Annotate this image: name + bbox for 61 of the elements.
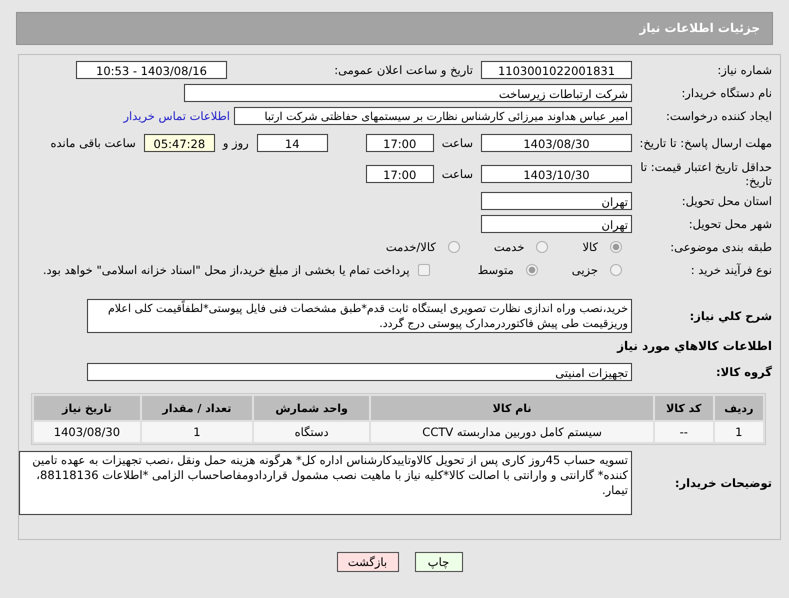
checkbox-label: پرداخت تمام یا بخشی از مبلغ خرید،از محل "اسناد خزانه اسلامی" خواهد بود. [42,263,410,277]
requester-field: امیر عباس هداوند میرزائی کارشناس نظارت بر سیستمهای حفاظتی شرکت ارتبا [234,107,632,125]
province-field: تهران [481,192,632,210]
deadline-time-field: 17:00 [366,134,434,152]
radio-button[interactable] [526,264,538,276]
field-label: حداقل تاریخ اعتبار قیمت: تا تاریخ: [639,160,773,188]
action-button[interactable]: بازگشت [336,552,398,572]
buyer-notes-textarea[interactable]: تسویه حساب 45روز کاری پس از تحویل کالاوتاییدکارشناس اداره کل* هرگونه هزینه حمل ونقل ،نصب تجهیزات به عهده تامین کننده* گارانتی و وارانتی با اصالت کالا*کلیه نیاز با ماهیت نصب مشمول قراردادومفاصاحساب الزامی *اطلاعات 88118136، تیمار. [19,451,632,515]
time-label: ساعت [442,167,473,181]
column-header: ردیف [714,396,763,420]
radio-label: متوسط [478,263,514,277]
validity-date-field: 1403/10/30 [481,165,632,183]
radio-label: کالا/خدمت [386,240,436,254]
radio-label: جزیی [572,263,598,277]
field-label: استان محل تحویل: [680,194,773,208]
table-cell: 1 [142,422,252,442]
announce-date-field: 1403/08/16 - 10:53 [76,61,227,79]
buyer-name-field: شرکت ارتباطات زیرساخت [184,84,632,102]
table-cell: -- [654,422,713,442]
column-header: تعداد / مقدار [142,396,252,420]
table-cell: سیستم کامل دوربین مداربسته CCTV [371,422,653,442]
time-label: ساعت [442,136,473,150]
need-number-field: 1103001022001831 [481,61,632,79]
checkbox[interactable] [418,264,430,276]
field-label: گروه کالا: [715,365,773,379]
page-title-bar: جزئیات اطلاعات نیاز [16,12,773,45]
table-cell: 1 [714,422,763,442]
city-field: تهران [481,215,632,233]
deadline-date-field: 1403/08/30 [481,134,632,152]
radio-button[interactable] [536,241,548,253]
table-cell: دستگاه [254,422,370,442]
field-label: شهر محل تحویل: [688,217,773,231]
remaining-label: ساعت باقی مانده [50,136,136,150]
goods-group-field: تجهیزات امنیتی [87,363,632,381]
field-label: ایجاد کننده درخواست: [665,109,773,123]
table-cell: 1403/08/30 [34,422,140,442]
field-label: تاریخ و ساعت اعلان عمومی: [333,63,473,77]
field-label: طبقه بندی موضوعی: [669,240,773,254]
column-header: نام کالا [371,396,653,420]
field-label: شماره نیاز: [716,63,773,77]
days-label: روز و [222,136,249,150]
action-button[interactable]: چاپ [414,552,462,572]
field-label: توضیحات خریدار: [674,476,773,490]
column-header: واحد شمارش [254,396,370,420]
field-label: نام دستگاه خریدار: [680,86,773,100]
remaining-time-field: 05:47:28 [144,134,215,152]
section-heading: اطلاعات کالاهاي مورد نياز [616,339,773,353]
radio-label: خدمت [494,240,524,254]
radio-button[interactable] [448,241,460,253]
column-header: تاریخ نیاز [34,396,140,420]
radio-button[interactable] [610,264,622,276]
validity-time-field: 17:00 [366,165,434,183]
field-label: شرح کلي نياز: [688,309,773,323]
radio-button[interactable] [610,241,622,253]
days-field: 14 [256,134,328,152]
description-textarea[interactable]: خرید،نصب وراه اندازی نظارت تصویری ایستگاه ثابت قدم*طبق مشخصات فنی فایل پیوستی*لطفاًقیمت کلی اعلام وریزقیمت طی پیش فاکتوردرمدارک پیوستی درج گردد. [87,299,632,333]
field-label: مهلت ارسال پاسخ: تا تاریخ: [638,136,773,150]
field-label: نوع فرآیند خرید : [690,263,773,277]
radio-label: کالا [582,240,598,254]
buyer-contact-link[interactable]: اطلاعات تماس خریدار [123,109,230,123]
column-header: کد کالا [654,396,713,420]
